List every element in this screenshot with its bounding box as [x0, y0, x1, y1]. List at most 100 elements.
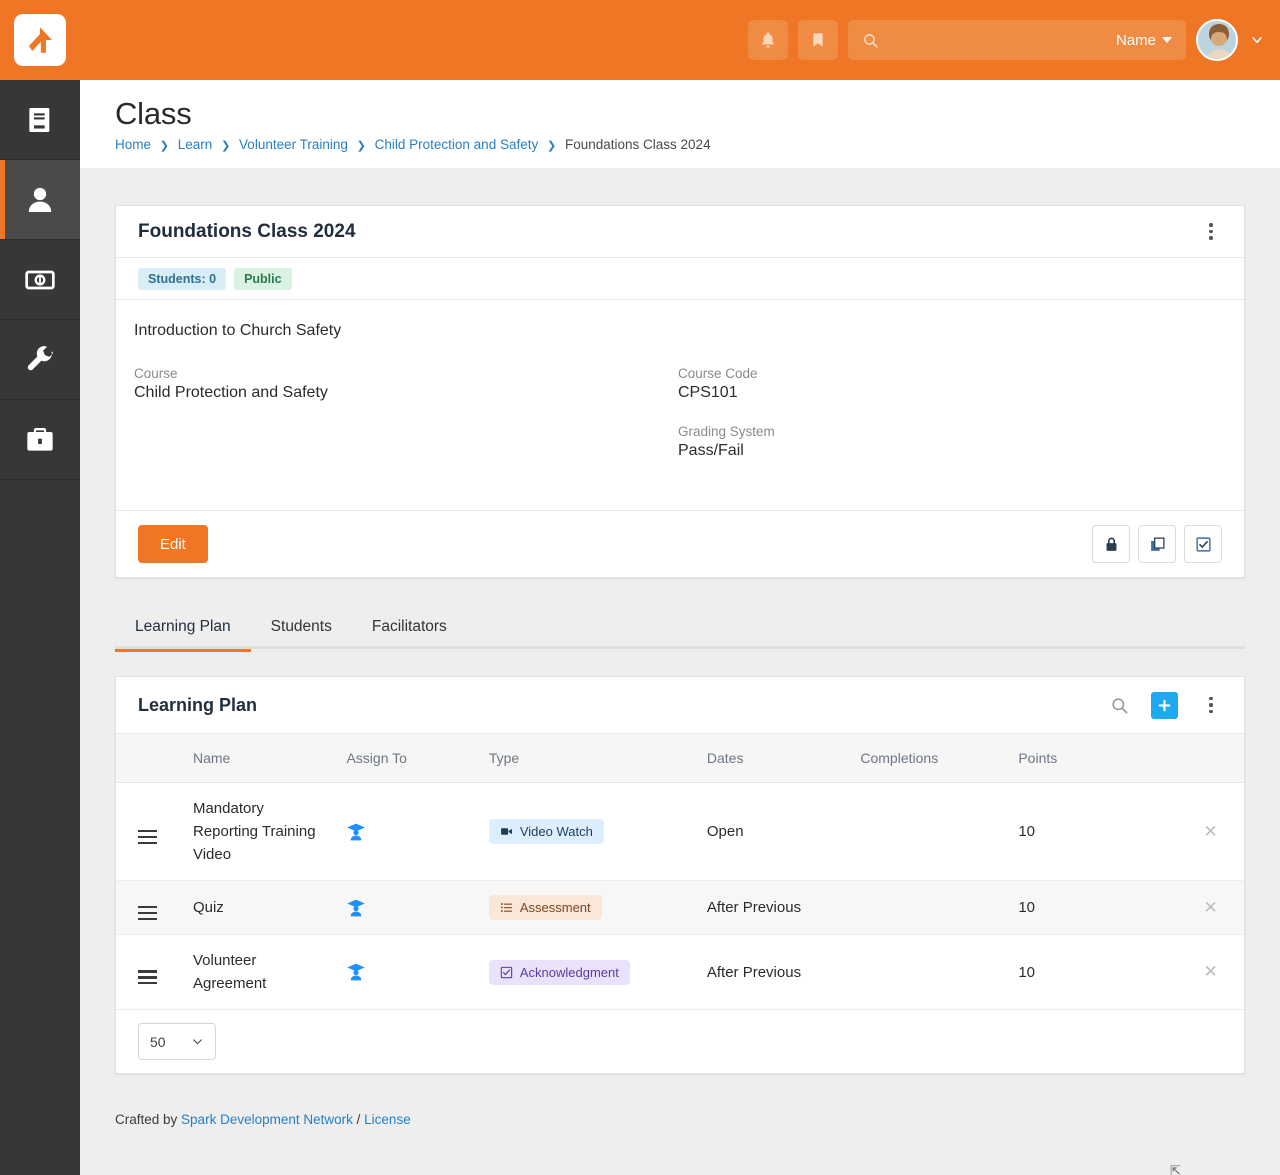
breadcrumb-learn[interactable]: Learn [178, 137, 213, 152]
row-drag-handle-cell [116, 934, 185, 1010]
kebab-dot [1209, 709, 1213, 714]
handle-bar [138, 905, 157, 909]
student-icon [347, 963, 366, 981]
edit-button[interactable]: Edit [138, 525, 208, 563]
sidebar-item-cms[interactable] [0, 80, 80, 160]
breadcrumb-separator: ❯ [547, 140, 557, 152]
breadcrumb-home[interactable]: Home [115, 137, 151, 152]
security-button[interactable] [1092, 525, 1130, 563]
search-scope-selector[interactable]: Name [1116, 32, 1172, 49]
sidebar-item-admin[interactable] [0, 400, 80, 480]
breadcrumb-child-protection[interactable]: Child Protection and Safety [375, 137, 539, 152]
bell-icon [761, 32, 775, 48]
class-fields-right: Course Code CPS101 Grading System Pass/F… [678, 366, 1222, 482]
attendance-button[interactable] [1184, 525, 1222, 563]
column-dates[interactable]: Dates [698, 734, 853, 783]
row-assign-to [338, 880, 481, 935]
notifications-button[interactable] [748, 20, 788, 60]
row-type: Assessment [480, 880, 699, 935]
checkbox-icon [500, 966, 513, 978]
table-row[interactable]: Mandatory Reporting Training Video Video… [116, 782, 1244, 881]
column-handle [116, 734, 185, 783]
kebab-dot [1209, 223, 1213, 227]
close-icon[interactable]: ✕ [1203, 962, 1217, 981]
sidebar-item-tools[interactable] [0, 320, 80, 400]
class-title: Foundations Class 2024 [138, 220, 356, 242]
handle-bar [138, 841, 157, 844]
add-learning-plan-item-button[interactable] [1151, 691, 1178, 719]
type-badge-label: Acknowledgment [519, 964, 619, 980]
handle-bar [138, 829, 157, 833]
page-title: Class [115, 96, 192, 131]
row-name: Volunteer Agreement [184, 934, 339, 1010]
row-points: 10 [1010, 880, 1178, 935]
tab-students[interactable]: Students [251, 618, 352, 649]
plus-icon [1158, 699, 1171, 711]
class-card-footer: Edit [116, 510, 1244, 577]
global-search[interactable]: Name [848, 20, 1186, 60]
close-icon[interactable]: ✕ [1203, 898, 1217, 917]
search-icon[interactable] [1110, 696, 1129, 715]
panel-title: Learning Plan [138, 694, 258, 715]
avatar[interactable] [1196, 19, 1238, 61]
row-name: Quiz [184, 880, 339, 935]
field-course-label: Course [134, 366, 178, 381]
class-fields: Course Child Protection and Safety Cours… [134, 366, 1222, 482]
class-labels: Students: 0 Public [116, 258, 1244, 300]
type-badge-label: Assessment [519, 900, 591, 915]
column-type[interactable]: Type [480, 734, 699, 783]
column-assign-to[interactable]: Assign To [338, 734, 481, 783]
row-completions [852, 782, 1011, 881]
learning-plan-panel: Learning Plan Name Assign To Type Dates … [115, 676, 1245, 1074]
row-delete-cell: ✕ [1177, 782, 1244, 881]
table-row[interactable]: Volunteer Agreement Acknowledgment After… [116, 934, 1244, 1010]
tab-facilitators[interactable]: Facilitators [352, 618, 467, 649]
breadcrumb: Home ❯ Learn ❯ Volunteer Training ❯ Chil… [115, 137, 1280, 152]
rock-rms-logo[interactable] [14, 14, 66, 66]
handle-bar [138, 911, 157, 914]
breadcrumb-separator: ❯ [356, 140, 366, 152]
column-name[interactable]: Name [184, 734, 339, 783]
kebab-dot [1209, 696, 1213, 701]
credits-separator: / [356, 1112, 361, 1127]
sidebar-item-people[interactable] [0, 160, 80, 240]
panel-options-menu[interactable] [1200, 694, 1222, 716]
handle-bar [138, 982, 157, 985]
class-description: Introduction to Church Safety [134, 322, 342, 339]
tab-learning-plan[interactable]: Learning Plan [115, 618, 251, 652]
spark-development-network-link[interactable]: Spark Development Network [181, 1112, 353, 1127]
learning-plan-footer: 50 [116, 1010, 1244, 1073]
app-root: Name Class Home ❯ Learn ❯ Volunteer Trai… [0, 0, 1280, 1175]
close-icon[interactable]: ✕ [1203, 822, 1217, 841]
field-course-code-value: CPS101 [678, 384, 738, 401]
search-input[interactable] [889, 32, 1106, 48]
license-link[interactable]: License [364, 1112, 411, 1127]
breadcrumb-volunteer-training[interactable]: Volunteer Training [239, 137, 348, 152]
wrench-icon [27, 345, 54, 370]
handle-bar [138, 970, 157, 973]
user-menu-chevron-icon[interactable] [1250, 33, 1264, 47]
bookmarks-button[interactable] [798, 20, 838, 60]
field-grading-system-label: Grading System [678, 424, 775, 439]
type-badge-label: Video Watch [519, 824, 593, 839]
drag-handle-icon[interactable] [138, 829, 157, 844]
class-card-body: Introduction to Church Safety Course Chi… [116, 300, 1244, 510]
card-options-menu[interactable] [1200, 221, 1222, 243]
breadcrumb-separator: ❯ [159, 140, 169, 152]
column-points[interactable]: Points [1010, 734, 1178, 783]
crafted-by-label: Crafted by [115, 1112, 178, 1127]
breadcrumb-current: Foundations Class 2024 [564, 137, 711, 152]
column-delete [1177, 734, 1244, 783]
checkbox-icon [1195, 536, 1211, 552]
sidebar-item-finance[interactable] [0, 240, 80, 320]
page-size-select[interactable]: 50 [138, 1023, 216, 1060]
status-badge-students: Students: 0 [138, 267, 227, 290]
field-grading-system-value: Pass/Fail [678, 442, 744, 459]
table-row[interactable]: Quiz Assessment After Previous 10 ✕ [116, 880, 1244, 935]
drag-handle-icon[interactable] [138, 970, 157, 985]
row-name: Mandatory Reporting Training Video [184, 782, 339, 881]
drag-handle-icon[interactable] [138, 905, 157, 920]
copy-button[interactable] [1138, 525, 1176, 563]
column-completions[interactable]: Completions [852, 734, 1011, 783]
field-course-value: Child Protection and Safety [134, 384, 328, 401]
